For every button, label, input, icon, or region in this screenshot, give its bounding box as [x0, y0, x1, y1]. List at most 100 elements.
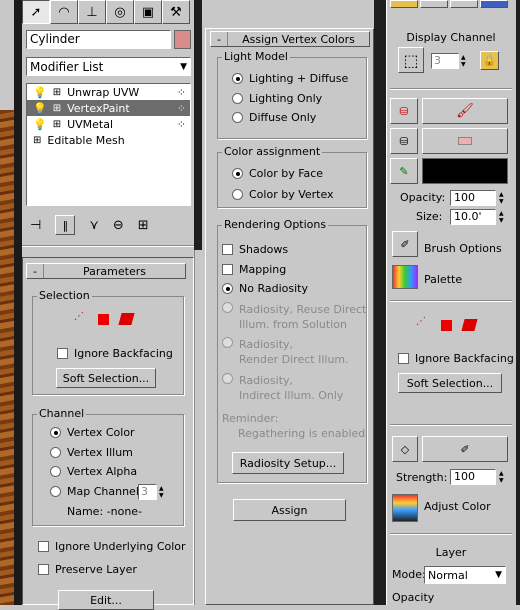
tool-button[interactable] [420, 0, 448, 8]
paint-brush-button[interactable]: 🖌 [422, 98, 508, 124]
ignore-underlying-checkbox[interactable]: Ignore Underlying Color [38, 540, 186, 553]
radio[interactable] [232, 112, 243, 123]
erase-bucket-icon[interactable]: ⛁ [390, 128, 418, 154]
lock-icon[interactable]: 🔒 [480, 51, 499, 70]
object-color-swatch[interactable] [174, 30, 191, 49]
show-end-result-icon[interactable]: ‖ [55, 215, 76, 235]
checkbox[interactable] [38, 564, 49, 575]
radio[interactable] [232, 168, 243, 179]
checkbox[interactable] [57, 348, 68, 359]
display-channel-input[interactable]: 3 [431, 53, 459, 69]
lighting-diffuse-radio[interactable]: Lighting + Diffuse [232, 72, 348, 85]
ignore-backfacing-checkbox[interactable]: Ignore Backfacing [57, 347, 173, 360]
radio[interactable] [50, 466, 61, 477]
radio[interactable] [50, 486, 61, 497]
radio[interactable] [50, 427, 61, 438]
channel-vertex-alpha[interactable]: Vertex Alpha [50, 465, 137, 478]
diffuse-only-radio[interactable]: Diffuse Only [232, 111, 316, 124]
lighting-only-radio[interactable]: Lighting Only [232, 92, 322, 105]
blur-brush-button[interactable]: ✐ [422, 436, 508, 462]
radiosity-setup-button[interactable]: Radiosity Setup... [232, 452, 344, 474]
strength-input[interactable]: 100 [450, 469, 496, 485]
radiosity-render-direct-radio[interactable]: Radiosity, Render Direct Illum. [222, 337, 349, 367]
mode-dropdown[interactable]: Normal ▼ [424, 566, 506, 584]
radio[interactable] [232, 73, 243, 84]
parameters-rollout-header[interactable]: - Parameters [26, 263, 186, 279]
no-radiosity-radio[interactable]: No Radiosity [222, 282, 308, 295]
edit-button[interactable]: Edit... [58, 590, 154, 610]
soft-selection-button[interactable]: Soft Selection... [56, 368, 156, 388]
modify-tab[interactable]: ◠ [50, 0, 78, 24]
display-channel-spinner[interactable]: ▲ ▼ [461, 55, 470, 68]
tool-button[interactable] [480, 0, 508, 8]
ignore-backfacing-checkbox-right[interactable]: Ignore Backfacing [398, 352, 514, 365]
radiosity-reuse-radio[interactable]: Radiosity, Reuse Direct Illum. from Solut… [222, 302, 366, 332]
size-input[interactable]: 10.0' [450, 209, 496, 225]
adjust-color-icon[interactable] [392, 494, 418, 522]
radio[interactable] [222, 373, 233, 384]
soft-selection-button-right[interactable]: Soft Selection... [398, 373, 502, 393]
create-tab[interactable]: ➚ [22, 0, 50, 24]
hierarchy-tab[interactable]: ⊥ [78, 0, 106, 24]
radio[interactable] [232, 189, 243, 200]
paint-toolbar [390, 0, 512, 8]
radiosity-indirect-radio[interactable]: Radiosity, Indirect Illum. Only [222, 373, 343, 403]
paint-color-swatch[interactable] [422, 158, 508, 184]
strength-spinner[interactable]: ▲ ▼ [499, 471, 508, 484]
vertex-select-icon[interactable]: ⋰ [74, 312, 89, 328]
stack-item-uvmetal[interactable]: 💡 ⊞ UVMetal ⁘ [27, 116, 190, 132]
opacity-spinner[interactable]: ▲ ▼ [499, 192, 508, 205]
scrollbar-thumb[interactable] [194, 0, 202, 250]
radio[interactable] [232, 93, 243, 104]
erase-button[interactable] [422, 128, 508, 154]
opacity-input[interactable]: 100 [450, 190, 496, 206]
map-channel-input[interactable]: 3 [138, 484, 157, 500]
motion-tab[interactable]: ◎ [106, 0, 134, 24]
display-channel-cube-icon[interactable]: ⬚ [398, 47, 424, 73]
configure-sets-icon[interactable]: ⊞ [138, 218, 149, 233]
pin-stack-icon[interactable]: ⊣ [30, 218, 41, 233]
radio[interactable] [222, 283, 233, 294]
utilities-tab[interactable]: ⚒ [162, 0, 190, 24]
tool-button[interactable] [450, 0, 478, 8]
eyedropper-icon[interactable]: ✎ [390, 158, 418, 184]
option-label: Vertex Illum [67, 446, 133, 459]
stack-item-vertexpaint[interactable]: 💡 ⊞ VertexPaint ⁘ [27, 100, 190, 116]
modifier-list-dropdown[interactable]: Modifier List ▼ [26, 57, 191, 76]
radio[interactable] [222, 302, 233, 313]
stack-item-unwrap[interactable]: 💡 ⊞ Unwrap UVW ⁘ [27, 84, 190, 100]
stack-item-editable-mesh[interactable]: ⊞ Editable Mesh [27, 132, 190, 148]
color-by-vertex-radio[interactable]: Color by Vertex [232, 188, 334, 201]
shadows-checkbox[interactable]: Shadows [222, 243, 288, 256]
color-by-face-radio[interactable]: Color by Face [232, 167, 323, 180]
paint-bucket-icon[interactable]: ⛁ [390, 98, 418, 124]
mapping-checkbox[interactable]: Mapping [222, 263, 286, 276]
channel-map-channel[interactable]: Map Channel [50, 485, 139, 498]
brush-options-icon[interactable]: ✐ [392, 231, 418, 257]
make-unique-icon[interactable]: ⋎ [89, 218, 99, 233]
paint-mode-button[interactable] [390, 0, 418, 8]
display-tab[interactable]: ▣ [134, 0, 162, 24]
face-select-icon[interactable] [441, 320, 452, 331]
face-select-icon[interactable] [98, 314, 109, 325]
channel-vertex-color[interactable]: Vertex Color [50, 426, 135, 439]
divider [390, 533, 512, 535]
vertex-select-icon[interactable]: ⋰ [416, 317, 431, 333]
remove-modifier-icon[interactable]: ⊖ [113, 218, 124, 233]
blur-drop-icon[interactable]: ◇ [392, 436, 418, 462]
radio[interactable] [50, 447, 61, 458]
checkbox[interactable] [398, 353, 409, 364]
object-name-input[interactable]: Cylinder [26, 30, 171, 49]
motion-icon: ◎ [114, 4, 126, 20]
channel-vertex-illum[interactable]: Vertex Illum [50, 446, 133, 459]
map-channel-spinner[interactable]: ▲ ▼ [159, 486, 168, 499]
radio[interactable] [222, 337, 233, 348]
checkbox[interactable] [222, 244, 233, 255]
checkbox[interactable] [222, 264, 233, 275]
size-spinner[interactable]: ▲ ▼ [499, 211, 508, 224]
preserve-layer-checkbox[interactable]: Preserve Layer [38, 563, 137, 576]
assign-button[interactable]: Assign [233, 499, 346, 521]
checkbox[interactable] [38, 541, 49, 552]
palette-icon[interactable] [392, 265, 418, 289]
assign-rollout-header[interactable]: - Assign Vertex Colors [210, 31, 370, 47]
